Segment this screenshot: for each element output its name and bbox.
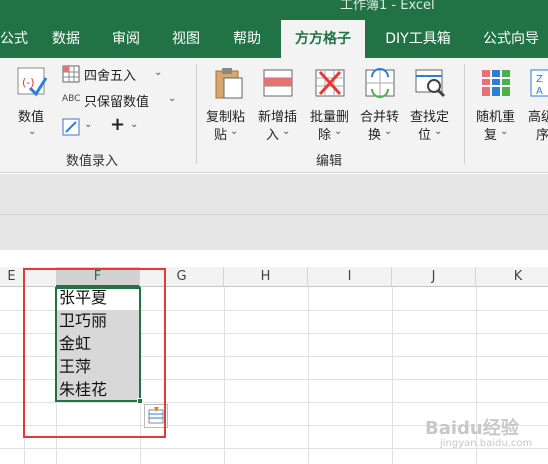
chevron-down-icon: ⌄ (434, 126, 443, 137)
insert-label-2: 入 (266, 128, 280, 143)
ribbon: (-) 数值 ⌄ 四舍五入 ⌄ ABC 只保留数值 ⌄ ⌄ + ⌄ 数值录入 复… (0, 58, 548, 173)
value-button[interactable]: (-) 数值 ⌄ (10, 64, 54, 144)
tab-view[interactable]: 视图 (162, 22, 210, 58)
column-header-j[interactable]: J (392, 267, 476, 287)
plus-icon: + (110, 114, 126, 135)
chevron-down-icon: ⌄ (154, 67, 163, 78)
clipboard-icon (215, 68, 243, 99)
round-label: 四舍五入 (84, 69, 137, 84)
merge-convert-icon (365, 68, 395, 98)
abc-icon: ABC (62, 94, 81, 104)
gridline (224, 287, 225, 464)
insert-label-1: 新增插 (258, 110, 298, 125)
svg-text:(-): (-) (22, 76, 35, 89)
tab-review[interactable]: 审阅 (102, 22, 150, 58)
gridline (308, 287, 309, 464)
gridline (392, 287, 393, 464)
batch-delete-button[interactable]: 批量删 除 ⌄ (306, 64, 356, 148)
random-repeat-button[interactable]: 随机重 复 ⌄ (472, 64, 522, 148)
advanced-sort-label-1: 高级 (528, 110, 548, 125)
keep-value-label: 只保留数值 (84, 95, 150, 110)
random-repeat-label-2: 复 (484, 128, 498, 143)
tab-fangfanggezi[interactable]: 方方格子 (281, 20, 365, 58)
find-locate-label-1: 查找定 (410, 110, 450, 125)
svg-text:Z: Z (536, 74, 543, 85)
value-button-label: 数值 (18, 110, 45, 125)
sort-az-icon: Z A (530, 69, 548, 97)
tab-data[interactable]: 数据 (42, 22, 90, 58)
round-button[interactable]: 四舍五入 ⌄ (60, 64, 170, 86)
excel-window: 工作簿1 - Excel 公式 数据 审阅 视图 帮助 方方格子 DIY工具箱 … (0, 0, 548, 464)
random-icon (482, 70, 510, 96)
column-header-e[interactable]: E (0, 267, 24, 287)
insert-rows-icon (263, 69, 293, 97)
delete-grid-icon (315, 69, 345, 97)
window-title: 工作簿1 - Excel (340, 0, 435, 13)
tab-formulas[interactable]: 公式 (0, 22, 28, 58)
copy-paste-button[interactable]: 复制粘 贴 ⌄ (202, 64, 252, 148)
merge-convert-label-2: 换 (368, 128, 382, 143)
copy-paste-label-1: 复制粘 (206, 110, 246, 125)
merge-convert-label-1: 合并转 (360, 110, 400, 125)
chevron-down-icon: ⌄ (384, 126, 393, 137)
tab-formula-wizard[interactable]: 公式向导 (474, 22, 548, 58)
batch-delete-label-2: 除 (318, 128, 332, 143)
ribbon-tab-bar: 工作簿1 - Excel 公式 数据 审阅 视图 帮助 方方格子 DIY工具箱 … (0, 0, 548, 58)
column-header-h[interactable]: H (224, 267, 308, 287)
plus-button[interactable]: + ⌄ (108, 114, 144, 138)
column-header-i[interactable]: I (308, 267, 392, 287)
chevron-down-icon: ⌄ (168, 93, 177, 104)
merge-convert-button[interactable]: 合并转 换 ⌄ (356, 64, 406, 148)
keep-value-button[interactable]: ABC 只保留数值 ⌄ (60, 90, 180, 112)
column-header-k[interactable]: K (476, 267, 548, 287)
divider (0, 214, 548, 215)
tab-diy-toolbox[interactable]: DIY工具箱 (378, 22, 458, 58)
group-label-edit: 编辑 (316, 154, 343, 169)
group-label-numeric: 数值录入 (66, 154, 119, 169)
grid-icon (62, 65, 80, 83)
svg-text:A: A (536, 86, 543, 97)
insert-button[interactable]: 新增插 入 ⌄ (254, 64, 304, 148)
value-icon: (-) (17, 67, 48, 97)
tab-help[interactable]: 帮助 (222, 22, 272, 58)
chevron-down-icon: ⌄ (282, 126, 291, 137)
watermark: Baidu经验 (425, 418, 519, 439)
advanced-sort-button[interactable]: Z A 高级 序 (524, 64, 548, 148)
chevron-down-icon: ⌄ (28, 126, 37, 137)
random-repeat-label-1: 随机重 (476, 110, 516, 125)
batch-delete-label-1: 批量删 (310, 110, 350, 125)
group-separator (196, 64, 197, 164)
chevron-down-icon: ⌄ (130, 119, 139, 130)
copy-paste-label-2: 贴 (214, 128, 228, 143)
chevron-down-icon: ⌄ (230, 126, 239, 137)
advanced-sort-label-2: 序 (536, 128, 548, 143)
chevron-down-icon: ⌄ (334, 126, 343, 137)
format-button[interactable]: ⌄ (60, 116, 96, 138)
find-icon (415, 69, 446, 98)
chevron-down-icon: ⌄ (84, 119, 93, 130)
chevron-down-icon: ⌄ (500, 126, 509, 137)
formula-bar-area (0, 174, 548, 250)
edit-table-icon (62, 118, 80, 136)
group-separator (464, 64, 465, 164)
find-locate-label-2: 位 (418, 128, 432, 143)
annotation-highlight-box (23, 268, 166, 438)
watermark-url: jingyan.baidu.com (440, 438, 533, 449)
find-locate-button[interactable]: 查找定 位 ⌄ (406, 64, 458, 148)
